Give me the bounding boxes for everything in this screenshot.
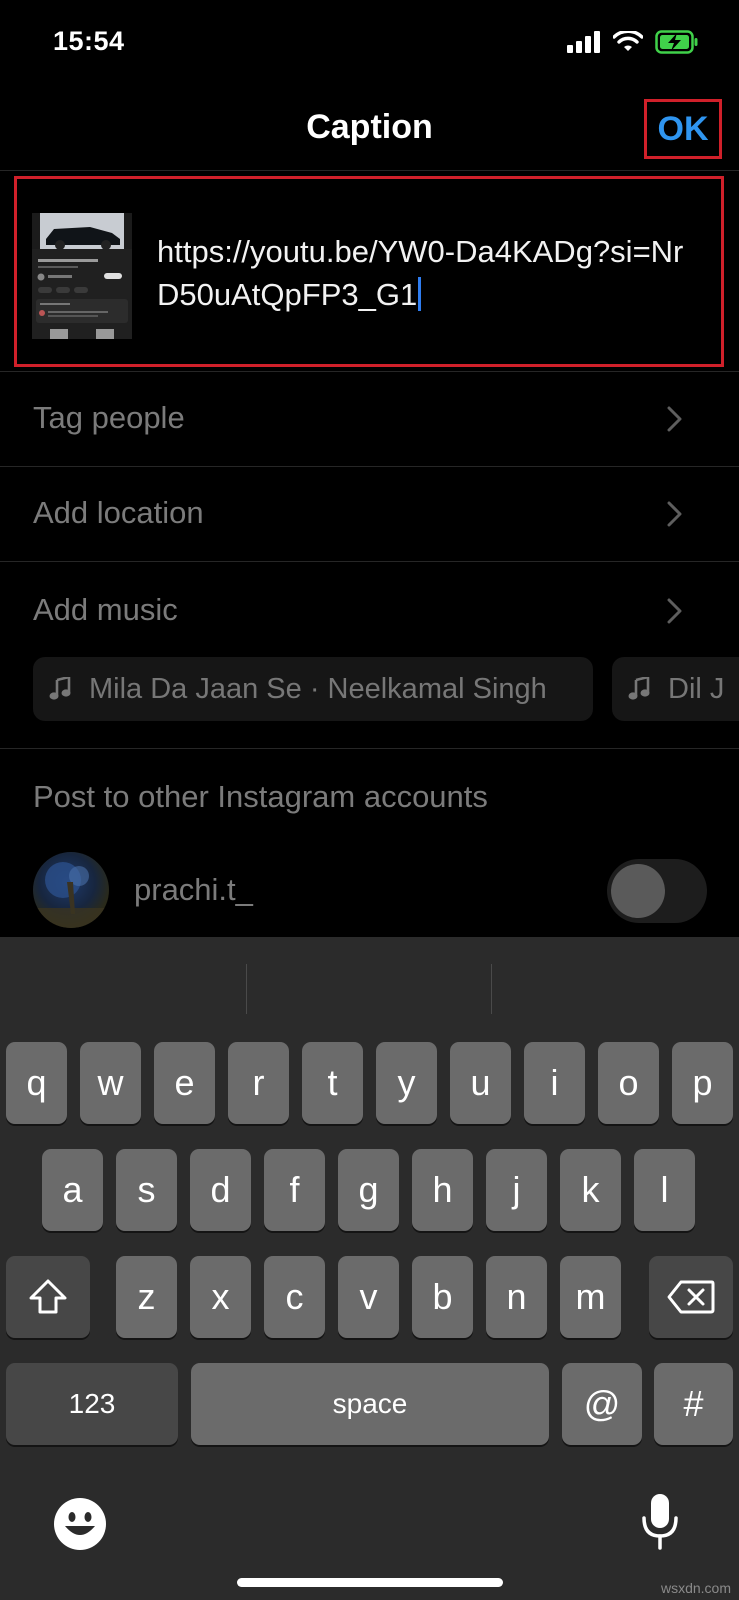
music-note-icon — [628, 677, 650, 700]
cellular-signal-icon — [567, 31, 600, 53]
key-i[interactable]: i — [524, 1042, 585, 1124]
chevron-right-icon[interactable] — [661, 598, 687, 624]
key-w[interactable]: w — [80, 1042, 141, 1124]
status-time: 15:54 — [53, 26, 125, 56]
music-suggestion-chip[interactable]: Dil J — [612, 657, 739, 721]
music-chip-label: Mila Da Jaan Se · Neelkamal Singh — [89, 672, 547, 705]
key-b[interactable]: b — [412, 1256, 473, 1338]
key-c[interactable]: c — [264, 1256, 325, 1338]
post-thumbnail — [32, 213, 132, 339]
key-p[interactable]: p — [672, 1042, 733, 1124]
key-m[interactable]: m — [560, 1256, 621, 1338]
key-q[interactable]: q — [6, 1042, 67, 1124]
row-divider — [0, 561, 739, 562]
account-toggle[interactable] — [607, 859, 707, 923]
key-t[interactable]: t — [302, 1042, 363, 1124]
key-u[interactable]: u — [450, 1042, 511, 1124]
tag-people-label[interactable]: Tag people — [33, 400, 185, 436]
battery-charging-icon — [655, 30, 698, 54]
add-music-label[interactable]: Add music — [33, 592, 178, 628]
emoji-icon[interactable] — [52, 1496, 108, 1552]
shift-key[interactable] — [6, 1256, 90, 1338]
caption-input[interactable]: https://youtu.be/YW0-Da4KADg?si=NrD50uAt… — [157, 230, 697, 316]
thumbnail-image — [32, 213, 132, 339]
add-location-label[interactable]: Add location — [33, 495, 204, 531]
numbers-key[interactable]: 123 — [6, 1363, 178, 1445]
text-cursor — [418, 277, 422, 311]
home-indicator — [237, 1578, 503, 1587]
key-r[interactable]: r — [228, 1042, 289, 1124]
key-h[interactable]: h — [412, 1149, 473, 1231]
key-v[interactable]: v — [338, 1256, 399, 1338]
key-g[interactable]: g — [338, 1149, 399, 1231]
key-y[interactable]: y — [376, 1042, 437, 1124]
suggestion-separator — [491, 964, 492, 1014]
key-z[interactable]: z — [116, 1256, 177, 1338]
row-divider — [0, 466, 739, 467]
key-n[interactable]: n — [486, 1256, 547, 1338]
caption-divider — [0, 371, 739, 372]
avatar — [33, 852, 109, 928]
chevron-right-icon[interactable] — [661, 406, 687, 432]
key-l[interactable]: l — [634, 1149, 695, 1231]
other-accounts-heading: Post to other Instagram accounts — [33, 779, 488, 814]
header-divider — [0, 170, 739, 171]
key-e[interactable]: e — [154, 1042, 215, 1124]
key-d[interactable]: d — [190, 1149, 251, 1231]
microphone-icon[interactable] — [640, 1492, 680, 1552]
ok-button[interactable]: OK — [644, 99, 722, 159]
page-title: Caption — [306, 108, 433, 146]
backspace-icon — [667, 1280, 715, 1314]
backspace-key[interactable] — [649, 1256, 733, 1338]
ok-button-label: OK — [657, 109, 709, 148]
space-key[interactable]: space — [191, 1363, 549, 1445]
avatar-image — [33, 862, 109, 928]
key-k[interactable]: k — [560, 1149, 621, 1231]
music-chip-label: Dil J — [668, 672, 725, 705]
row-divider — [0, 748, 739, 749]
at-key[interactable]: @ — [562, 1363, 642, 1445]
toggle-knob — [611, 864, 665, 918]
watermark: wsxdn.com — [660, 1580, 731, 1596]
chevron-right-icon[interactable] — [661, 501, 687, 527]
wifi-icon — [613, 31, 643, 51]
key-x[interactable]: x — [190, 1256, 251, 1338]
status-icons — [567, 30, 699, 54]
key-a[interactable]: a — [42, 1149, 103, 1231]
key-f[interactable]: f — [264, 1149, 325, 1231]
music-suggestion-chip[interactable]: Mila Da Jaan Se · Neelkamal Singh — [33, 657, 593, 721]
shift-icon — [29, 1279, 67, 1314]
key-j[interactable]: j — [486, 1149, 547, 1231]
key-s[interactable]: s — [116, 1149, 177, 1231]
music-note-icon — [49, 677, 71, 700]
account-name: prachi.t_ — [134, 872, 253, 907]
suggestion-separator — [246, 964, 247, 1014]
hash-key[interactable]: # — [654, 1363, 733, 1445]
key-o[interactable]: o — [598, 1042, 659, 1124]
